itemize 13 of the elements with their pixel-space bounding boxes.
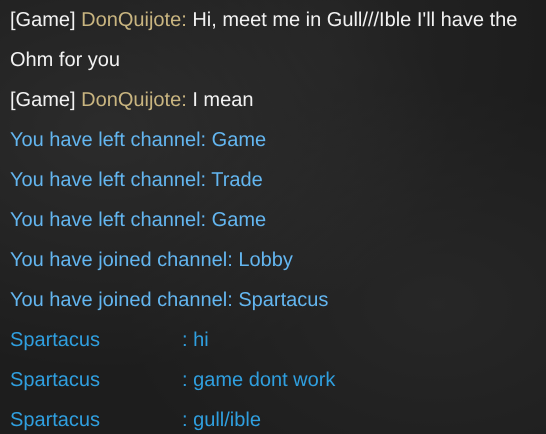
- system-message: You have joined channel: Lobby: [10, 248, 294, 273]
- chat-message: [Game] DonQuijote: Hi, meet me in Gull///Ible I'll have the Ohm for you: [10, 8, 518, 73]
- system-message: You have left channel: Trade: [10, 168, 264, 193]
- chat-message: : game dont work: [182, 368, 336, 393]
- sender-name: Spartacus: [10, 408, 102, 433]
- system-message: You have joined channel: Spartacus: [10, 288, 330, 313]
- sender-name: Spartacus: [10, 328, 102, 353]
- chat-message: : hi: [182, 328, 209, 353]
- system-message: You have left channel: Game: [10, 128, 268, 153]
- system-message: You have left channel: Game: [10, 208, 268, 233]
- chat-message: [Game] DonQuijote: I mean: [10, 88, 254, 113]
- sender-name: Spartacus: [10, 368, 102, 393]
- chat-message: : gull/ible: [182, 408, 261, 433]
